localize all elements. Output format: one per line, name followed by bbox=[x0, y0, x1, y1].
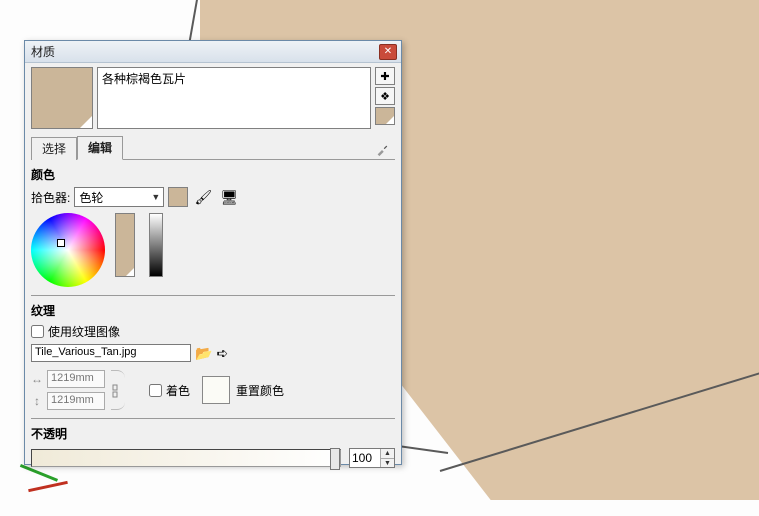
material-preview[interactable] bbox=[31, 67, 93, 129]
close-button[interactable]: ✕ bbox=[379, 44, 397, 60]
browse-texture-button[interactable]: 📂 bbox=[195, 345, 212, 362]
edit-texture-button[interactable]: ➪ bbox=[216, 345, 228, 362]
opacity-step-down[interactable]: ▼ bbox=[380, 458, 394, 467]
create-material-button[interactable]: ✚ bbox=[375, 67, 395, 85]
second-preview-swatch[interactable] bbox=[375, 107, 395, 125]
tab-edit[interactable]: 编辑 bbox=[77, 136, 123, 160]
eyedropper-button[interactable] bbox=[373, 141, 391, 159]
texture-width-input[interactable]: 1219mm bbox=[47, 370, 105, 388]
opacity-input[interactable] bbox=[350, 451, 380, 465]
opacity-slider[interactable] bbox=[31, 449, 341, 467]
color-wheel[interactable] bbox=[31, 213, 105, 287]
match-object-color-button[interactable]: 🖌 bbox=[192, 187, 214, 207]
materials-dialog: 材质 ✕ 各种棕褐色瓦片 ✚ ❖ 选择 编辑 bbox=[24, 40, 402, 465]
folder-open-icon: 📂 bbox=[195, 345, 212, 361]
colorize-label: 着色 bbox=[166, 382, 190, 399]
match-screen-color-button[interactable]: 🖥 bbox=[218, 187, 240, 207]
texture-height-input[interactable]: 1219mm bbox=[47, 392, 105, 410]
use-texture-checkbox[interactable] bbox=[31, 325, 44, 338]
brightness-slider[interactable] bbox=[149, 213, 163, 277]
monitor-icon: 🖥 bbox=[220, 189, 238, 206]
section-color-label: 颜色 bbox=[31, 166, 395, 183]
opacity-spinner[interactable]: ▲ ▼ bbox=[349, 448, 395, 468]
aspect-lock-toggle[interactable] bbox=[111, 370, 125, 410]
colorize-swatch[interactable] bbox=[202, 376, 230, 404]
opacity-step-up[interactable]: ▲ bbox=[380, 449, 394, 458]
tab-strip: 选择 编辑 bbox=[31, 135, 395, 160]
use-texture-label: 使用纹理图像 bbox=[48, 323, 120, 340]
set-default-button[interactable]: ❖ bbox=[375, 87, 395, 105]
tab-select[interactable]: 选择 bbox=[31, 137, 77, 160]
material-name-input[interactable]: 各种棕褐色瓦片 bbox=[97, 67, 371, 129]
paint-set-icon: ❖ bbox=[380, 90, 390, 103]
opacity-slider-thumb[interactable] bbox=[330, 448, 340, 470]
chevron-down-icon: ▼ bbox=[151, 192, 160, 202]
titlebar[interactable]: 材质 ✕ bbox=[25, 41, 401, 63]
width-arrow-icon: ↔ bbox=[31, 372, 43, 386]
chain-link-icon bbox=[109, 383, 121, 399]
paintbrush-icon: 🖌 bbox=[194, 189, 212, 206]
texture-filename-input[interactable]: Tile_Various_Tan.jpg bbox=[31, 344, 191, 362]
close-icon: ✕ bbox=[384, 47, 392, 57]
current-color-swatch[interactable] bbox=[168, 187, 188, 207]
height-arrow-icon: ↕ bbox=[31, 394, 43, 408]
selected-color-swatch[interactable] bbox=[115, 213, 135, 277]
picker-label: 拾色器: bbox=[31, 189, 70, 206]
section-texture-label: 纹理 bbox=[31, 302, 395, 319]
picker-select[interactable]: 色轮 ▼ bbox=[74, 187, 164, 207]
color-wheel-marker[interactable] bbox=[57, 239, 65, 247]
section-opacity-label: 不透明 bbox=[31, 425, 395, 442]
colorize-checkbox[interactable] bbox=[149, 384, 162, 397]
reset-color-button[interactable]: 重置颜色 bbox=[236, 382, 284, 399]
eyedropper-icon bbox=[375, 143, 389, 157]
window-title: 材质 bbox=[31, 43, 379, 60]
add-icon: ✚ bbox=[380, 70, 389, 83]
external-edit-icon: ➪ bbox=[216, 345, 228, 361]
